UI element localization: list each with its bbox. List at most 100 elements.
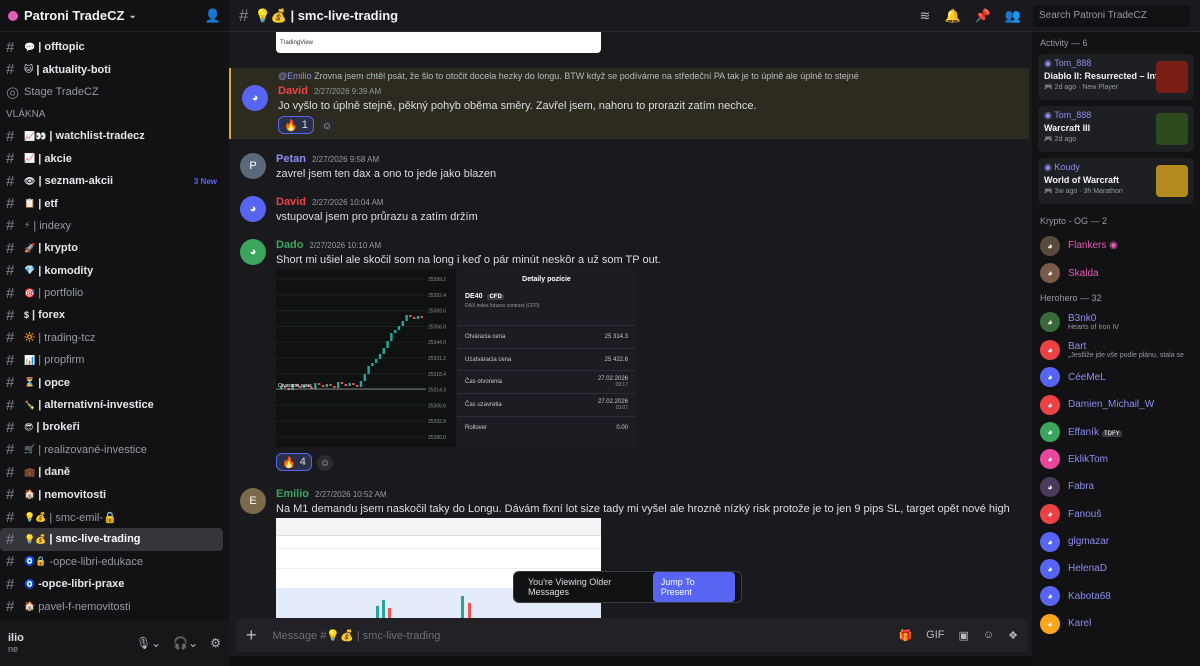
channel-item[interactable]: # ⏳ | opce <box>0 371 223 393</box>
headphones-icon[interactable]: 🎧⌄ <box>173 636 198 650</box>
channel-item[interactable]: # 💎 | komodity <box>0 260 223 282</box>
member-item[interactable]: ◕ Kabota68 <box>1032 583 1200 610</box>
reaction-count: 4 <box>299 456 306 468</box>
channel-label: -opce-libri-praxe <box>38 578 125 591</box>
channel-item[interactable]: # 😎 | brokeři <box>0 416 223 438</box>
member-item[interactable]: ◕ Flankers ◉ <box>1032 232 1200 259</box>
hash-icon: # <box>6 575 15 593</box>
position-details-screenshot[interactable]: Detaily pozície DE40 CFD DAX index futur… <box>457 269 636 447</box>
chart-screenshot[interactable]: 25399.2 25392.4 25369.6 25356.8 25344.0 25331… <box>276 269 456 447</box>
gift-icon[interactable]: 🎁 <box>898 629 912 642</box>
channel-item[interactable]: # 🛒 | realizované-investice <box>0 439 223 461</box>
member-list-icon[interactable]: 👥 <box>1005 8 1021 24</box>
channel-label: | etf <box>38 197 58 210</box>
add-member-icon[interactable]: 👤 <box>205 8 221 24</box>
channel-item[interactable]: # 🏠 | nemovitosti <box>0 483 223 505</box>
member-item[interactable]: ◕ HelenaD <box>1032 555 1200 582</box>
reaction-fire[interactable]: 🔥 4 <box>276 453 312 471</box>
avatar[interactable]: ◕ <box>240 196 266 222</box>
author-name[interactable]: Emilio <box>276 488 309 500</box>
activity-card[interactable]: ◉ Koudy World of Warcraft 🎮 3w ago · 3h Ma… <box>1038 158 1194 204</box>
server-header[interactable]: Patroni TradeCZ ⌄ 👤 <box>0 0 229 32</box>
add-reaction-icon[interactable]: ☺ <box>319 118 335 134</box>
avatar[interactable]: E <box>240 488 266 514</box>
hash-icon: # <box>6 530 15 548</box>
row-key: Rollover <box>465 424 488 431</box>
member-item[interactable]: ◕ B3nk0 Hearts of Iron IV <box>1032 309 1200 336</box>
member-item[interactable]: ◕ Fabra <box>1032 473 1200 500</box>
pin-icon[interactable]: 📌 <box>975 8 991 24</box>
member-item[interactable]: ◕ Effaník TDFY <box>1032 418 1200 445</box>
member-item[interactable]: ◕ Bart „Jestliže jde vše podle plánu, stal… <box>1032 336 1200 363</box>
channel-item[interactable]: # 💼 | daně <box>0 461 223 483</box>
gear-icon[interactable]: ⚙ <box>210 636 221 650</box>
channel-item[interactable]: # 🚀 | krypto <box>0 237 223 259</box>
chart-screenshot[interactable] <box>276 518 601 620</box>
channel-label: | seznam-akcii <box>38 175 114 188</box>
reaction-fire[interactable]: 🔥 1 <box>278 116 314 134</box>
threads-icon[interactable]: ≋ <box>920 8 931 24</box>
channel-emoji: 🧿🔒 <box>24 556 47 567</box>
member-item[interactable]: ◕ Skalda <box>1032 259 1200 286</box>
microphone-icon[interactable]: 🎙⌄ <box>136 636 161 650</box>
avatar[interactable]: ◕ <box>242 85 268 111</box>
emoji-icon[interactable]: ☺ <box>983 629 994 642</box>
channel-item[interactable]: # 🧿 -opce-libri-praxe <box>0 573 223 595</box>
channel-item[interactable]: # 🏠 pavel-f-nemovitosti <box>0 595 223 617</box>
channel-item[interactable]: # 🐱 | aktuality-boti <box>0 58 223 80</box>
member-list: Activity — 6 ◉ Tom_888 Diablo II: Resurre… <box>1032 32 1200 666</box>
sticker-icon[interactable]: ▣ <box>958 629 968 642</box>
channel-item[interactable]: # 🍾 | alternativní-investice <box>0 394 223 416</box>
avatar[interactable]: P <box>240 153 266 179</box>
jump-to-present-button[interactable]: Jump To Present <box>652 572 735 602</box>
reply-preview[interactable]: @Emilio Zrovna jsem chtěl psát, že šlo t… <box>278 71 859 81</box>
member-status: „Jestliže jde vše podle plánu, stala se <box>1068 351 1184 359</box>
gif-icon[interactable]: GIF <box>926 629 944 642</box>
activity-card[interactable]: ◉ Tom_888 Warcraft III 🎮 2d ago <box>1038 106 1194 152</box>
channel-item[interactable]: # 🔆 | trading-tcz <box>0 327 223 349</box>
channel-item[interactable]: # $ | forex <box>0 304 223 326</box>
position-row: Čas uzavretia 27.02.2026 10:07 <box>457 393 636 416</box>
channel-item[interactable]: # ⚡ | indexy <box>0 215 223 237</box>
channel-item[interactable]: # 👁 | seznam-akcii 3 New <box>0 170 223 192</box>
author-name[interactable]: David <box>276 196 306 208</box>
message-text: Jo vyšlo to úplně stejně, pěkný pohyb ob… <box>278 100 757 112</box>
member-item[interactable]: ◕ EklikTom <box>1032 446 1200 473</box>
member-item[interactable]: ◕ Damien_Michail_W <box>1032 391 1200 418</box>
member-name: HelenaD <box>1068 563 1107 575</box>
member-item[interactable]: ◕ CéeMeL <box>1032 364 1200 391</box>
channel-item[interactable]: # 📋 | etf <box>0 192 223 214</box>
channel-label: | daně <box>38 466 71 479</box>
channel-label: | offtopic <box>38 41 85 54</box>
reply-text: Zrovna jsem chtěl psát, že šlo to otočit… <box>314 71 859 81</box>
author-name[interactable]: Dado <box>276 239 304 251</box>
channel-item[interactable]: # 🧿🔒 -opce-libri-edukace <box>0 551 223 573</box>
member-group-header: Herohero — 32 <box>1040 292 1102 303</box>
channel-item[interactable]: # 📊 | propfirm <box>0 349 223 371</box>
activity-card[interactable]: ◉ Tom_888 Diablo II: Resurrected – Inf...… <box>1038 54 1194 100</box>
channel-item[interactable]: ◎ Stage TradeCZ <box>0 81 223 103</box>
author-name[interactable]: Petan <box>276 153 306 165</box>
channel-item[interactable]: # 🎯 | portfolio <box>0 282 223 304</box>
apps-icon[interactable]: ❖ <box>1008 629 1018 642</box>
channel-item[interactable]: # 📈 | akcie <box>0 148 223 170</box>
channel-emoji: ⚡ <box>24 220 31 231</box>
image-attachment-top[interactable]: TradingView <box>276 32 601 53</box>
channel-item[interactable]: # 💡💰 | smc-emil-🔒 <box>0 506 223 528</box>
search-input[interactable]: Search Patroni TradeCZ <box>1033 4 1190 27</box>
member-item[interactable]: ◕ Karel <box>1032 610 1200 637</box>
section-header-threads: VLÁKNA <box>6 108 46 120</box>
axis-tick-label: 25314.3 <box>428 388 446 394</box>
add-attachment-icon[interactable]: + <box>246 625 257 646</box>
author-name[interactable]: David <box>278 85 308 97</box>
add-reaction-icon[interactable]: ☺ <box>317 455 333 471</box>
member-item[interactable]: ◕ glgmazar <box>1032 528 1200 555</box>
message-item: ◕ Dado 2/27/2026 10:10 AM Short mi ušiel… <box>229 236 1029 476</box>
channel-item[interactable]: # 💡💰 | smc-live-trading <box>0 528 223 551</box>
message-input[interactable]: Message #💡💰 | smc-live-trading <box>273 629 441 642</box>
member-item[interactable]: ◕ Fanouš <box>1032 501 1200 528</box>
channel-item[interactable]: # 📈👀 | watchlist-tradecz <box>0 125 223 147</box>
avatar[interactable]: ◕ <box>240 239 266 265</box>
channel-item[interactable]: # 💬 | offtopic <box>0 36 223 58</box>
bell-icon[interactable]: 🔔 <box>944 8 960 24</box>
